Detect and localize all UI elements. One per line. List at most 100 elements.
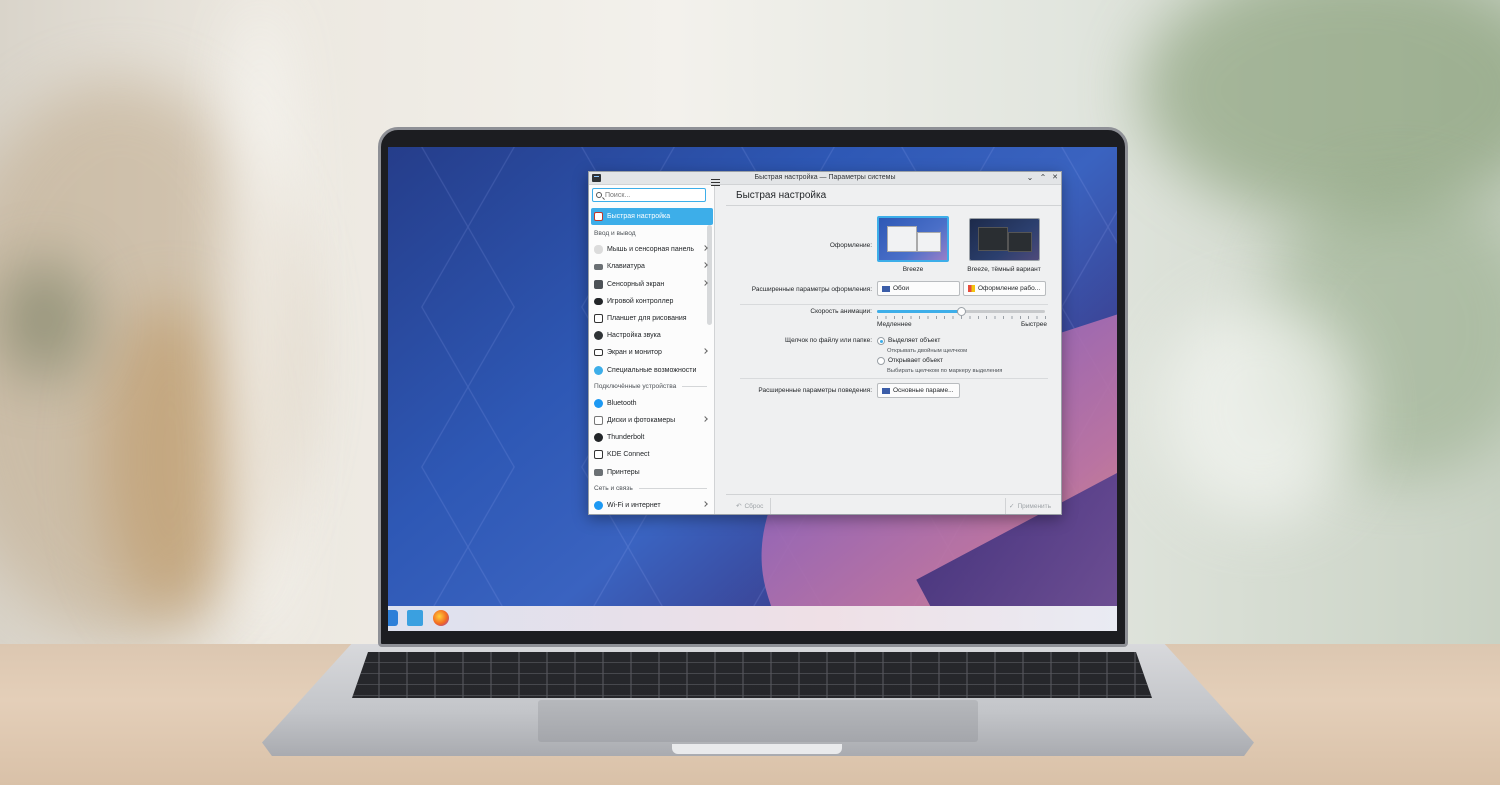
desktop-theme-button[interactable]: Оформление рабо... xyxy=(963,281,1046,296)
footer-bar: ↶ Сброс ✓ Применить xyxy=(726,494,1061,514)
apply-button[interactable]: ✓ Применить xyxy=(1009,499,1051,513)
chevron-right-icon xyxy=(702,416,708,422)
slider-min-label: Медленнее xyxy=(877,321,912,328)
header-divider xyxy=(726,205,1061,206)
sidebar-item-label: Экран и монитор xyxy=(607,349,662,357)
slider-max-label: Быстрее xyxy=(1020,321,1047,328)
main-content: Быстрая настройка Оформление: Breeze Bre… xyxy=(726,185,1061,514)
sidebar-item-display[interactable]: Экран и монитор xyxy=(591,344,713,361)
section-title: Сеть и связь xyxy=(594,485,633,493)
animation-slider-fill xyxy=(877,310,961,313)
sidebar-item-keyboard[interactable]: Клавиатура xyxy=(591,258,713,275)
background-blur xyxy=(0,260,90,380)
sidebar-item-label: Планшет для рисования xyxy=(607,315,687,323)
window-titlebar[interactable]: Быстрая настройка — Параметры системы ⌄ … xyxy=(589,172,1061,185)
reset-button[interactable]: ↶ Сброс xyxy=(736,499,763,513)
sidebar-item-label: Сенсорный экран xyxy=(607,280,665,288)
sidebar-item-label: Специальные возможности xyxy=(607,366,697,374)
quick-settings-icon xyxy=(594,212,603,222)
section-title: Подключённые устройства xyxy=(594,383,677,391)
theme-caption: Breeze xyxy=(902,266,924,273)
sidebar-item-quick-settings[interactable]: Быстрая настройка xyxy=(591,208,713,226)
theme-thumbnail-breeze[interactable] xyxy=(877,216,949,262)
firefox-icon[interactable] xyxy=(433,610,449,626)
sidebar-item-gamepad[interactable]: Игровой контроллер xyxy=(591,293,713,310)
radio-select-object[interactable] xyxy=(877,337,885,345)
radio-select-label[interactable]: Выделяет объект xyxy=(888,337,940,344)
sidebar-item-printers[interactable]: Принтеры xyxy=(591,463,713,480)
maximize-button[interactable]: ⌃ xyxy=(1038,173,1048,183)
footer-divider xyxy=(770,498,771,514)
behavior-settings-button[interactable]: Основные параме... xyxy=(877,383,960,398)
theme-caption: Breeze, тёмный вариант xyxy=(967,266,1041,273)
radio-open-object[interactable] xyxy=(877,357,885,365)
radio-open-label[interactable]: Открывает объект xyxy=(888,357,943,364)
theme-preview-window xyxy=(1008,232,1032,252)
background-blur xyxy=(1160,300,1360,520)
sidebar-item-label: Клавиатура xyxy=(607,263,645,271)
laptop-keyboard-rows xyxy=(352,652,1152,698)
settings-icon xyxy=(882,387,890,394)
animation-speed-label: Скорость анимации: xyxy=(810,308,872,315)
theme-preview-window xyxy=(917,232,941,252)
sidebar-item-label: Мышь и сенсорная панель xyxy=(607,246,694,254)
hamburger-menu-icon[interactable] xyxy=(711,179,720,186)
sidebar-item-tablet[interactable]: Планшет для рисования xyxy=(591,310,713,327)
sidebar-item-kdeconnect[interactable]: KDE Connect xyxy=(591,446,713,463)
button-label: Основные параме... xyxy=(893,387,954,394)
click-behavior-label: Щелчок по файлу или папке: xyxy=(784,337,872,344)
file-manager-icon[interactable] xyxy=(407,610,423,626)
window-title: Быстрая настройка — Параметры системы xyxy=(754,174,896,181)
laptop-lip xyxy=(672,744,842,754)
palette-icon xyxy=(968,285,975,292)
background-column xyxy=(230,0,290,640)
kdeconnect-icon xyxy=(594,450,603,460)
gamepad-icon xyxy=(594,297,603,305)
laptop-trackpad xyxy=(538,700,978,742)
slider-ticks xyxy=(877,316,1047,319)
sidebar-section-header: Ввод и вывод xyxy=(591,225,713,241)
sidebar-item-disks[interactable]: Диски и фотокамеры xyxy=(591,412,713,429)
sidebar-item-label: Быстрая настройка xyxy=(607,213,671,221)
appearance-label: Оформление: xyxy=(829,242,872,249)
sidebar-item-label: Thunderbolt xyxy=(607,434,645,442)
bluetooth-icon xyxy=(594,398,603,408)
radio-select-hint: Открывать двойным щелчком xyxy=(887,348,968,354)
sidebar-item-accessibility[interactable]: Специальные возможности xyxy=(591,362,713,379)
sidebar-item-sound[interactable]: Настройка звука xyxy=(591,327,713,344)
mouse-icon xyxy=(594,245,603,255)
search-input[interactable] xyxy=(605,190,701,200)
system-settings-window: Быстрая настройка — Параметры системы ⌄ … xyxy=(588,171,1062,515)
sidebar-item-label: KDE Connect xyxy=(607,451,650,459)
sidebar-item-bluetooth[interactable]: Bluetooth xyxy=(591,395,713,412)
speaker-icon xyxy=(594,331,603,341)
search-box[interactable] xyxy=(592,188,706,202)
accessibility-icon xyxy=(594,365,603,375)
keyboard-icon xyxy=(594,263,603,270)
sidebar-item-wifi[interactable]: Wi-Fi и интернет xyxy=(591,497,713,514)
sidebar-item-mouse[interactable]: Мышь и сенсорная панель xyxy=(591,241,713,258)
wallpaper-button[interactable]: Обои xyxy=(877,281,960,296)
radio-open-hint: Выбирать щелчком по маркеру выделения xyxy=(887,368,1003,374)
close-button[interactable]: ✕ xyxy=(1050,173,1060,183)
app-launcher-icon[interactable] xyxy=(388,610,398,626)
chevron-right-icon xyxy=(702,262,708,269)
theme-preview-window xyxy=(978,227,1008,251)
sidebar-item-touchscreen[interactable]: Сенсорный экран xyxy=(591,276,713,293)
sidebar-section-header: Подключённые устройства xyxy=(591,379,713,395)
sidebar-item-label: Bluetooth xyxy=(607,399,637,407)
sidebar-item-label: Игровой контроллер xyxy=(607,297,674,305)
sidebar-nav: Быстрая настройка Ввод и вывод Мышь и се… xyxy=(591,208,713,514)
sidebar-item-label: Принтеры xyxy=(607,468,640,476)
tablet-icon xyxy=(594,314,603,324)
section-divider xyxy=(682,386,707,388)
sidebar-item-label: Настройка звука xyxy=(607,332,661,340)
theme-thumbnail-breeze-dark[interactable] xyxy=(969,218,1040,261)
sidebar-item-thunderbolt[interactable]: Thunderbolt xyxy=(591,429,713,446)
minimize-button[interactable]: ⌄ xyxy=(1025,173,1035,183)
background-plant xyxy=(1140,0,1500,220)
background-blur xyxy=(100,300,240,620)
button-label: Сброс xyxy=(744,502,764,510)
search-icon xyxy=(596,192,602,198)
animation-slider-handle[interactable] xyxy=(957,307,966,316)
